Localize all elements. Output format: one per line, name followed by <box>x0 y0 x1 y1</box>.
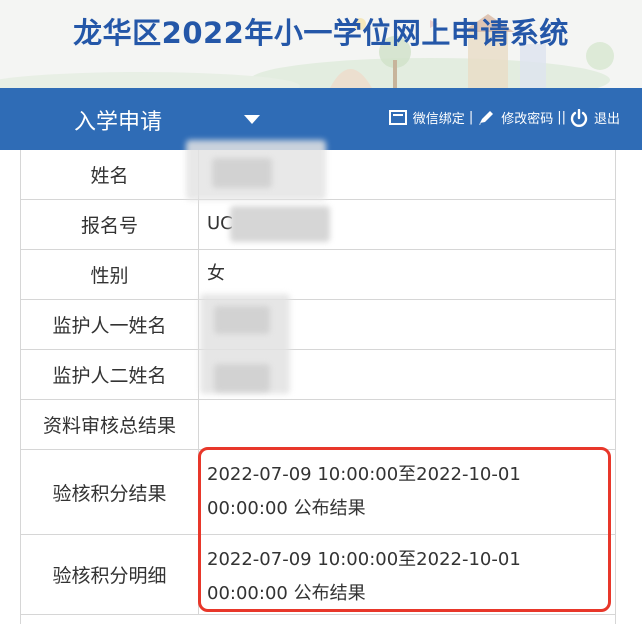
change-password-label: 修改密码 <box>501 112 554 127</box>
row-label: 报名号 <box>21 200 199 249</box>
row-value: 女 <box>207 263 225 285</box>
pencil-icon <box>479 110 494 125</box>
logout-label: 退出 <box>593 112 620 127</box>
table-row: 监护人一姓名 <box>21 300 615 350</box>
row-label: 姓名 <box>21 150 199 199</box>
redaction-blur <box>230 206 330 242</box>
redaction-blur <box>214 364 270 392</box>
row-label: 性别 <box>21 250 199 299</box>
window-icon <box>388 109 407 125</box>
redaction-blur <box>212 158 272 188</box>
wechat-bind-label: 微信绑定 <box>412 112 465 127</box>
nav-separator: | <box>468 110 474 125</box>
change-password-link[interactable]: 修改密码 <box>477 108 553 127</box>
row-label: 验核积分明细 <box>21 535 199 614</box>
row-label: 监护人二姓名 <box>21 350 199 399</box>
table-row: 性别 女 <box>21 250 615 300</box>
wechat-bind-link[interactable]: 微信绑定 <box>388 108 465 127</box>
row-label: 验核积分结果 <box>21 450 199 534</box>
nav-links: 微信绑定 | 修改密码 || 退出 <box>388 108 620 127</box>
power-icon <box>570 108 588 127</box>
table-row: 验核积分明细 2022-07-09 10:00:00至2022-10-01 00… <box>21 535 615 615</box>
row-value <box>199 400 615 449</box>
nav-title[interactable]: 入学申请 <box>74 104 162 136</box>
table-row: 监护人二姓名 <box>21 350 615 400</box>
header-banner: 龙华区2022年小一学位网上申请系统 <box>0 0 642 88</box>
table-row: 验核积分结果 2022-07-09 10:00:00至2022-10-01 00… <box>21 450 615 535</box>
nav-separator: || <box>557 110 566 125</box>
row-value: 2022-07-09 10:00:00至2022-10-01 00:00:00 … <box>207 464 521 519</box>
redaction-blur <box>214 306 270 334</box>
chevron-down-icon[interactable] <box>244 115 260 124</box>
row-label: 监护人一姓名 <box>21 300 199 349</box>
row-value: 2022-07-09 10:00:00至2022-10-01 00:00:00 … <box>207 549 521 604</box>
page-title: 龙华区2022年小一学位网上申请系统 <box>73 16 569 50</box>
table-row: 资料审核总结果 <box>21 400 615 450</box>
row-label: 资料审核总结果 <box>21 400 199 449</box>
logout-link[interactable]: 退出 <box>570 108 620 127</box>
